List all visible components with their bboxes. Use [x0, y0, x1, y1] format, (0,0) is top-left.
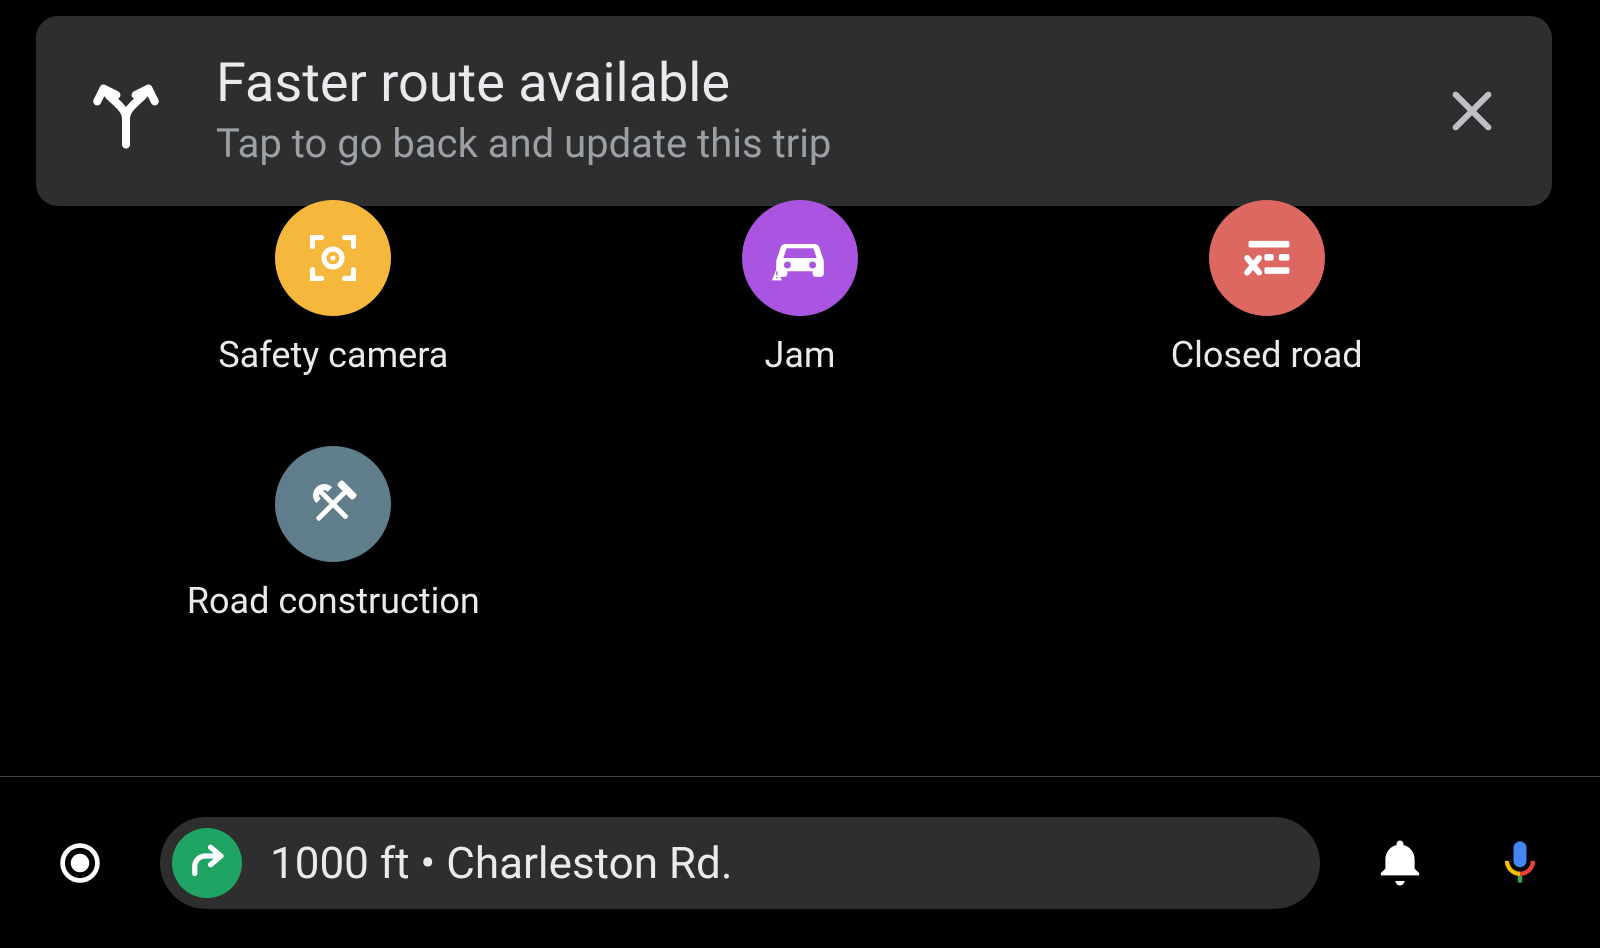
report-jam[interactable]: Jam	[587, 200, 1014, 376]
direction-text: 1000 ft • Charleston Rd.	[270, 837, 732, 889]
report-closed-road[interactable]: Closed road	[1053, 200, 1480, 376]
car-alert-icon	[742, 200, 858, 316]
navigation-pill[interactable]: 1000 ft • Charleston Rd.	[160, 817, 1320, 909]
report-label: Safety camera	[218, 334, 448, 376]
banner-subtitle: Tap to go back and update this trip	[216, 120, 1432, 168]
report-label: Road construction	[187, 580, 480, 622]
bottom-bar: 1000 ft • Charleston Rd.	[0, 778, 1600, 948]
route-split-icon	[66, 51, 186, 171]
bottom-divider	[0, 776, 1600, 777]
notifications-button[interactable]	[1360, 823, 1440, 903]
close-icon[interactable]	[1432, 71, 1512, 151]
report-safety-camera[interactable]: Safety camera	[120, 200, 547, 376]
turn-right-icon	[172, 828, 242, 898]
road-closed-icon	[1209, 200, 1325, 316]
report-road-construction[interactable]: Road construction	[120, 446, 547, 622]
faster-route-banner[interactable]: Faster route available Tap to go back an…	[36, 16, 1552, 206]
voice-assistant-button[interactable]	[1480, 823, 1560, 903]
banner-title: Faster route available	[216, 54, 1432, 113]
app-launcher-button[interactable]	[40, 823, 120, 903]
tools-icon	[275, 446, 391, 562]
report-grid: Safety camera Jam	[0, 190, 1600, 622]
banner-text-block: Faster route available Tap to go back an…	[216, 54, 1432, 167]
camera-focus-icon	[275, 200, 391, 316]
report-label: Jam	[764, 334, 835, 376]
report-label: Closed road	[1171, 334, 1363, 376]
